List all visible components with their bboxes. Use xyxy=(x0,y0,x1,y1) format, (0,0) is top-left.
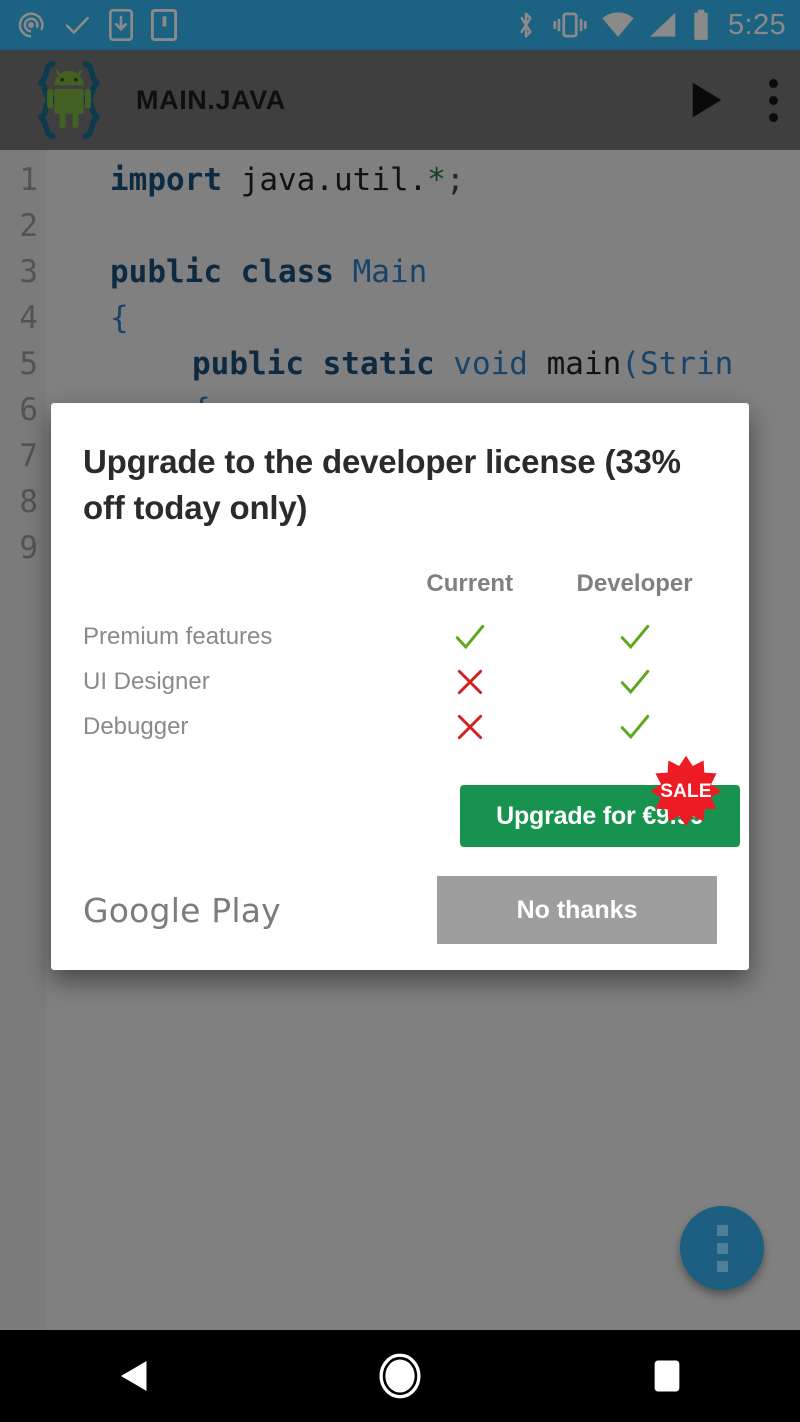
dialog-bottom-row: Google Play No thanks xyxy=(83,876,717,944)
table-row: UI Designer xyxy=(83,659,717,704)
fab-dot xyxy=(716,1260,728,1272)
upgrade-cta-row: Upgrade for €9.99 xyxy=(460,785,740,847)
table-row: Debugger xyxy=(83,704,717,749)
dialog-title: Upgrade to the developer license (33% of… xyxy=(83,443,681,526)
feature-name: Premium features xyxy=(83,622,273,650)
cross-icon xyxy=(457,714,482,739)
current-cell xyxy=(387,614,552,659)
table-header-row: Current Developer xyxy=(83,569,717,614)
check-icon xyxy=(620,669,649,694)
back-triangle-icon xyxy=(121,1361,147,1391)
check-icon xyxy=(620,624,649,649)
recents-button[interactable] xyxy=(607,1330,727,1422)
fab-dot xyxy=(716,1224,728,1236)
developer-cell xyxy=(552,704,717,749)
recents-square-icon xyxy=(654,1360,680,1392)
table-row: Premium features xyxy=(83,614,717,659)
table-body: Premium features UI Designer Debugger xyxy=(83,614,717,749)
feature-name: Debugger xyxy=(83,712,189,740)
upgrade-button[interactable]: Upgrade for €9.99 xyxy=(460,785,740,847)
upgrade-dialog: Upgrade to the developer license (33% of… xyxy=(51,403,749,970)
feature-comparison-table: Current Developer Premium features UI Des… xyxy=(83,569,717,749)
android-screen: 5:25 MAIN.JAVA 1 import java.util.*; 2 3… xyxy=(0,0,800,1422)
home-circle-icon xyxy=(379,1353,421,1399)
no-thanks-button[interactable]: No thanks xyxy=(437,876,717,944)
check-icon xyxy=(455,624,484,649)
developer-cell xyxy=(552,659,717,704)
cross-icon xyxy=(457,669,482,694)
more-options-fab[interactable] xyxy=(680,1206,764,1290)
check-icon xyxy=(620,714,649,739)
system-navigation-bar xyxy=(0,1330,800,1422)
current-column-header: Current xyxy=(426,570,514,597)
current-cell xyxy=(387,659,552,704)
current-cell xyxy=(387,704,552,749)
feature-name: UI Designer xyxy=(83,667,210,695)
home-button[interactable] xyxy=(340,1330,460,1422)
fab-dot xyxy=(716,1242,728,1254)
feature-column-header xyxy=(83,569,387,614)
google-play-logo: Google Play xyxy=(83,890,281,930)
developer-column-header: Developer xyxy=(576,570,693,597)
developer-cell xyxy=(552,614,717,659)
back-button[interactable] xyxy=(73,1330,193,1422)
